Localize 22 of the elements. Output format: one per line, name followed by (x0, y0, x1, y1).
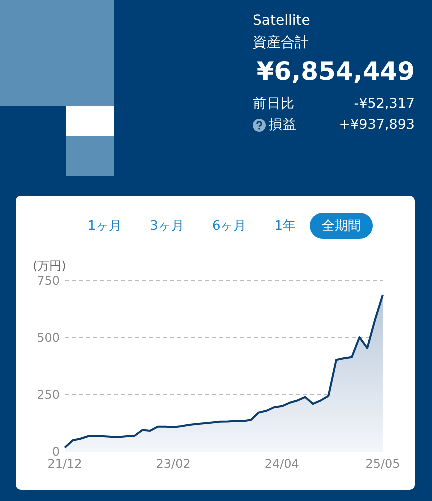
x-tick-label: 23/02 (156, 457, 191, 471)
period-tab[interactable]: 6ヶ月 (198, 213, 261, 239)
y-tick-label: 750 (37, 274, 60, 288)
x-tick-label: 21/12 (48, 457, 82, 471)
y-tick-label: 500 (37, 331, 60, 345)
stat-label: 前日比 (253, 95, 295, 114)
help-icon[interactable] (253, 119, 266, 132)
total-label: 資産合計 (253, 34, 310, 53)
total-amount: ¥6,854,449 (256, 56, 415, 88)
account-name: Satellite (253, 12, 312, 31)
period-tab[interactable]: 1年 (260, 213, 310, 239)
period-tab[interactable]: 全期間 (310, 213, 373, 239)
period-tab[interactable]: 1ヶ月 (74, 213, 136, 239)
stat-value: -¥52,317 (354, 95, 415, 114)
x-tick-label: 24/04 (264, 457, 300, 471)
y-tick-label: 0 (52, 445, 60, 459)
x-tick-label: 25/05 (366, 457, 400, 471)
stat-label: 損益 (269, 116, 297, 135)
y-tick-label: 250 (37, 388, 60, 402)
axis-unit: (万円) (33, 259, 66, 273)
period-tab[interactable]: 3ヶ月 (136, 213, 198, 239)
stat-value: +¥937,893 (339, 116, 415, 135)
